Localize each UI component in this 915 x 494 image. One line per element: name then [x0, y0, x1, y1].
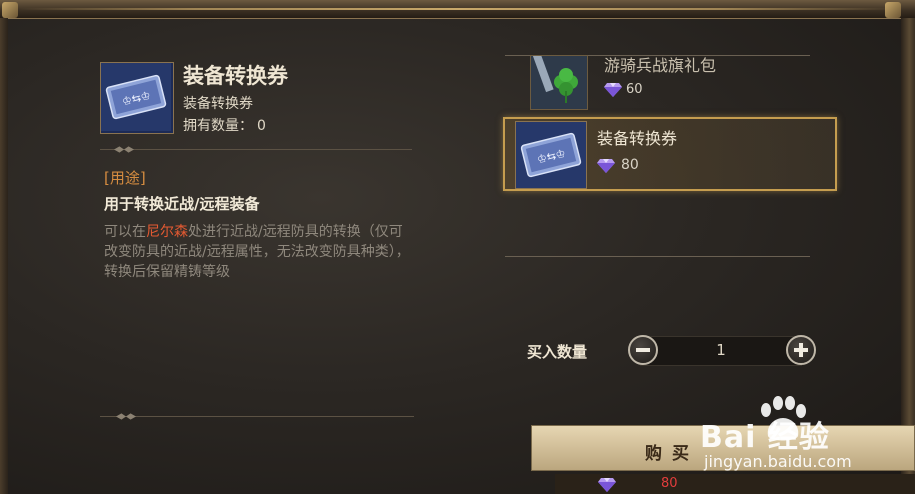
diamond-icon — [598, 478, 616, 492]
ticket-icon: ♔⇆♔ — [100, 62, 174, 134]
divider — [100, 410, 414, 424]
panel-frame-top — [0, 0, 915, 19]
list-divider — [505, 256, 810, 257]
item-price: 80 — [621, 157, 639, 173]
owned-count: 拥有数量： 0 — [183, 115, 266, 135]
frame-corner-ornament — [2, 2, 18, 18]
usage-description: 可以在尼尔森处进行近战/远程防具的转换（仅可改变防具的近战/远程属性，无法改变防… — [104, 222, 414, 282]
npc-name-highlight: 尼尔森 — [146, 224, 188, 240]
increase-quantity-button[interactable] — [786, 335, 816, 365]
quantity-label: 买入数量 — [527, 343, 588, 361]
usage-heading: 用于转换近战/远程装备 — [104, 195, 260, 213]
divider-ornament — [114, 146, 134, 153]
diamond-icon — [604, 83, 622, 97]
owned-label: 拥有数量： — [183, 118, 253, 134]
item-name: 游骑兵战旗礼包 — [604, 56, 717, 75]
decrease-quantity-button[interactable] — [628, 335, 658, 365]
flag-clover-icon — [530, 55, 588, 110]
quantity-value[interactable]: 1 — [680, 341, 762, 359]
total-cost: 80 — [661, 476, 678, 491]
usage-label: [用途] — [104, 169, 146, 187]
item-title: 装备转换券 — [183, 64, 288, 88]
divider — [100, 143, 412, 157]
item-subtitle: 装备转换券 — [183, 96, 253, 112]
item-name: 装备转换券 — [597, 129, 678, 148]
watermark-logo: Bai 经验 — [700, 420, 830, 455]
plus-icon-vertical — [799, 343, 803, 357]
item-price: 60 — [626, 82, 643, 97]
owned-number: 0 — [257, 118, 266, 134]
minus-icon — [636, 348, 650, 352]
panel-frame-left — [0, 18, 8, 494]
divider-ornament — [116, 413, 136, 420]
desc-text: 可以在 — [104, 224, 146, 240]
ticket-icon: ♔⇆♔ — [515, 121, 587, 189]
frame-corner-ornament — [885, 2, 901, 18]
shop-item-row[interactable]: 游骑兵战旗礼包 60 — [505, 55, 835, 110]
diamond-icon — [597, 159, 615, 173]
panel-frame-right — [901, 18, 915, 494]
watermark-url: jingyan.baidu.com — [704, 452, 852, 471]
